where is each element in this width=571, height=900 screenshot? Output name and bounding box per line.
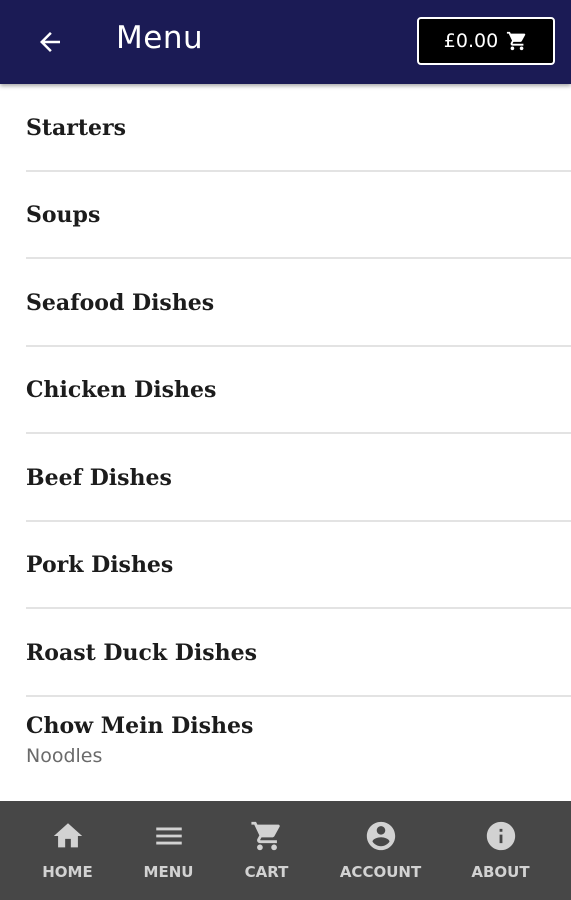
category-title: Roast Duck Dishes <box>26 639 257 666</box>
back-button[interactable] <box>28 22 72 62</box>
cart-total-button[interactable]: £0.00 <box>417 17 555 65</box>
category-row-starters[interactable]: Starters <box>0 84 571 172</box>
nav-about[interactable]: ABOUT <box>430 801 571 900</box>
nav-home-label: HOME <box>42 863 93 881</box>
nav-about-label: ABOUT <box>471 863 530 881</box>
nav-cart-label: CART <box>244 863 289 881</box>
category-row-chow-mein[interactable]: Chow Mein Dishes Noodles <box>0 697 571 785</box>
category-title: Beef Dishes <box>26 464 172 491</box>
home-icon <box>51 819 85 853</box>
cart-total-amount: £0.00 <box>443 30 499 52</box>
category-row-soups[interactable]: Soups <box>0 172 571 260</box>
category-list: Starters Soups Seafood Dishes Chicken Di… <box>0 84 571 784</box>
nav-account[interactable]: ACCOUNT <box>331 801 430 900</box>
nav-menu-label: MENU <box>143 863 194 881</box>
nav-account-label: ACCOUNT <box>339 863 422 881</box>
bottom-navigation: HOME MENU CART ACCOUNT ABOUT <box>0 801 571 900</box>
category-title: Pork Dishes <box>26 552 174 579</box>
account-icon <box>364 819 398 853</box>
category-title: Starters <box>26 114 127 141</box>
category-row-beef[interactable]: Beef Dishes <box>0 434 571 522</box>
app-bar: Menu £0.00 <box>0 0 571 84</box>
category-title: Chow Mein Dishes <box>26 713 254 740</box>
page-title: Menu <box>116 20 204 56</box>
category-title: Soups <box>26 202 101 229</box>
menu-icon <box>152 819 186 853</box>
category-row-roast-duck[interactable]: Roast Duck Dishes <box>0 609 571 697</box>
category-row-chicken[interactable]: Chicken Dishes <box>0 347 571 435</box>
nav-menu[interactable]: MENU <box>135 801 202 900</box>
category-row-pork[interactable]: Pork Dishes <box>0 522 571 610</box>
category-row-seafood[interactable]: Seafood Dishes <box>0 259 571 347</box>
arrow-left-icon <box>40 32 60 52</box>
cart-icon <box>250 819 284 853</box>
category-title: Chicken Dishes <box>26 377 217 404</box>
category-subtitle: Noodles <box>26 745 103 768</box>
category-title: Seafood Dishes <box>26 289 215 316</box>
shopping-cart-icon <box>507 31 526 51</box>
nav-cart[interactable]: CART <box>202 801 331 900</box>
info-icon <box>484 819 518 853</box>
nav-home[interactable]: HOME <box>0 801 135 900</box>
